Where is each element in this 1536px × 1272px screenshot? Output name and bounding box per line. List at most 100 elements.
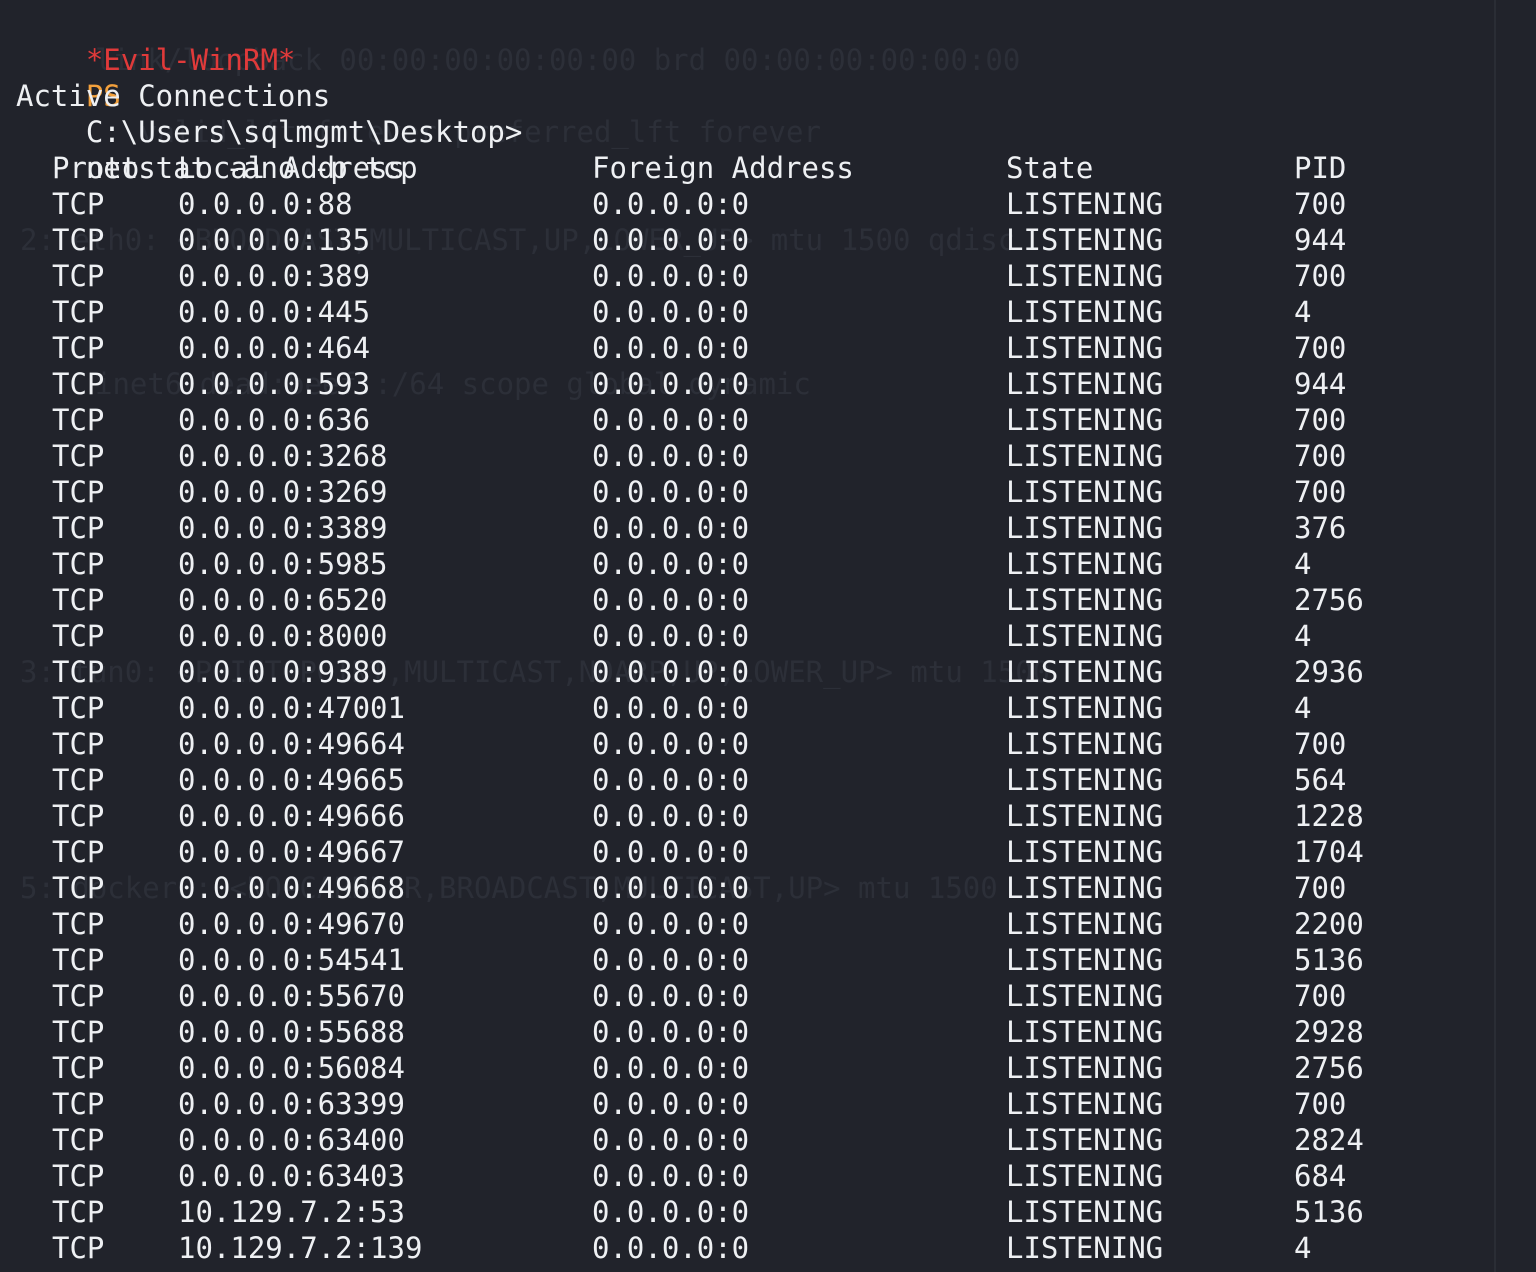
connection-foreign-address: 0.0.0.0:0 (592, 763, 750, 797)
table-row: TCP 0.0.0.0:49670 0.0.0.0:0 LISTENING 2200 (16, 906, 1516, 942)
connection-pid: 564 (1294, 763, 1347, 797)
table-row: TCP 0.0.0.0:464 0.0.0.0:0 LISTENING 700 (16, 330, 1516, 366)
connection-state: LISTENING (1006, 655, 1164, 689)
connection-state: LISTENING (1006, 1195, 1164, 1229)
table-row: TCP 0.0.0.0:49667 0.0.0.0:0 LISTENING 1704 (16, 834, 1516, 870)
table-row: TCP 10.129.7.2:139 0.0.0.0:0 LISTENING 4 (16, 1230, 1516, 1266)
connection-foreign-address: 0.0.0.0:0 (592, 331, 750, 365)
connection-state: LISTENING (1006, 1087, 1164, 1121)
connection-state: LISTENING (1006, 475, 1164, 509)
connection-local-address: 10.129.7.2:139 (178, 1231, 423, 1265)
connection-foreign-address: 0.0.0.0:0 (592, 1159, 750, 1193)
connection-proto: TCP (52, 1195, 105, 1229)
connection-proto: TCP (52, 655, 105, 689)
connection-foreign-address: 0.0.0.0:0 (592, 1051, 750, 1085)
connection-local-address: 0.0.0.0:49664 (178, 727, 405, 761)
prompt-path: C:\Users\sqlmgmt\Desktop> (85, 115, 523, 149)
connection-proto: TCP (52, 1159, 105, 1193)
table-row: TCP 0.0.0.0:5985 0.0.0.0:0 LISTENING 4 (16, 546, 1516, 582)
connection-foreign-address: 0.0.0.0:0 (592, 1231, 750, 1265)
connection-pid: 4 (1294, 547, 1312, 581)
connection-proto: TCP (52, 295, 105, 329)
connection-pid: 4 (1294, 691, 1312, 725)
connection-local-address: 0.0.0.0:445 (178, 295, 371, 329)
connection-local-address: 0.0.0.0:55670 (178, 979, 405, 1013)
connection-foreign-address: 0.0.0.0:0 (592, 655, 750, 689)
connection-foreign-address: 0.0.0.0:0 (592, 1087, 750, 1121)
table-row: TCP 0.0.0.0:63403 0.0.0.0:0 LISTENING 684 (16, 1158, 1516, 1194)
connection-proto: TCP (52, 907, 105, 941)
connection-pid: 2824 (1294, 1123, 1364, 1157)
connection-state: LISTENING (1006, 1159, 1164, 1193)
connection-state: LISTENING (1006, 907, 1164, 941)
table-row: TCP 0.0.0.0:49665 0.0.0.0:0 LISTENING 564 (16, 762, 1516, 798)
connection-pid: 700 (1294, 727, 1347, 761)
connection-state: LISTENING (1006, 331, 1164, 365)
connection-foreign-address: 0.0.0.0:0 (592, 727, 750, 761)
connection-local-address: 10.129.7.2:53 (178, 1195, 405, 1229)
connection-local-address: 0.0.0.0:49666 (178, 799, 405, 833)
connection-foreign-address: 0.0.0.0:0 (592, 691, 750, 725)
table-row: TCP 0.0.0.0:47001 0.0.0.0:0 LISTENING 4 (16, 690, 1516, 726)
connection-state: LISTENING (1006, 619, 1164, 653)
connection-local-address: 0.0.0.0:55688 (178, 1015, 405, 1049)
connection-pid: 700 (1294, 331, 1347, 365)
connection-local-address: 0.0.0.0:63400 (178, 1123, 405, 1157)
connection-state: LISTENING (1006, 763, 1164, 797)
header-proto: Proto (52, 151, 140, 185)
connection-foreign-address: 0.0.0.0:0 (592, 1123, 750, 1157)
connection-proto: TCP (52, 1231, 105, 1265)
connection-state: LISTENING (1006, 223, 1164, 257)
connection-state: LISTENING (1006, 295, 1164, 329)
connection-state: LISTENING (1006, 943, 1164, 977)
connection-proto: TCP (52, 259, 105, 293)
connection-pid: 700 (1294, 187, 1347, 221)
connection-pid: 944 (1294, 223, 1347, 257)
connection-proto: TCP (52, 403, 105, 437)
table-row: TCP 0.0.0.0:63400 0.0.0.0:0 LISTENING 2824 (16, 1122, 1516, 1158)
header-state: State (1006, 151, 1094, 185)
connection-proto: TCP (52, 475, 105, 509)
table-row: TCP 0.0.0.0:135 0.0.0.0:0 LISTENING 944 (16, 222, 1516, 258)
connection-pid: 5136 (1294, 943, 1364, 977)
connection-state: LISTENING (1006, 691, 1164, 725)
connection-state: LISTENING (1006, 439, 1164, 473)
connection-proto: TCP (52, 547, 105, 581)
table-row: TCP 0.0.0.0:3269 0.0.0.0:0 LISTENING 700 (16, 474, 1516, 510)
connection-foreign-address: 0.0.0.0:0 (592, 979, 750, 1013)
prompt-line: *Evil-WinRM* PS C:\Users\sqlmgmt\Desktop… (16, 6, 523, 185)
connection-local-address: 0.0.0.0:63399 (178, 1087, 405, 1121)
connection-foreign-address: 0.0.0.0:0 (592, 583, 750, 617)
table-row: TCP 0.0.0.0:6520 0.0.0.0:0 LISTENING 2756 (16, 582, 1516, 618)
section-title: Active Connections (16, 79, 331, 113)
connection-local-address: 0.0.0.0:593 (178, 367, 371, 401)
connection-state: LISTENING (1006, 511, 1164, 545)
connection-foreign-address: 0.0.0.0:0 (592, 259, 750, 293)
connection-foreign-address: 0.0.0.0:0 (592, 835, 750, 869)
connection-proto: TCP (52, 943, 105, 977)
connection-local-address: 0.0.0.0:56084 (178, 1051, 405, 1085)
connection-foreign-address: 0.0.0.0:0 (592, 907, 750, 941)
connection-foreign-address: 0.0.0.0:0 (592, 619, 750, 653)
connection-proto: TCP (52, 1123, 105, 1157)
connection-pid: 2928 (1294, 1015, 1364, 1049)
table-row: TCP 0.0.0.0:3268 0.0.0.0:0 LISTENING 700 (16, 438, 1516, 474)
connection-foreign-address: 0.0.0.0:0 (592, 439, 750, 473)
connection-proto: TCP (52, 583, 105, 617)
connection-local-address: 0.0.0.0:54541 (178, 943, 405, 977)
connection-proto: TCP (52, 1087, 105, 1121)
connection-foreign-address: 0.0.0.0:0 (592, 1015, 750, 1049)
table-header: Proto Local Address Foreign Address Stat… (16, 150, 1516, 186)
connection-foreign-address: 0.0.0.0:0 (592, 943, 750, 977)
connection-local-address: 0.0.0.0:464 (178, 331, 371, 365)
connection-pid: 5136 (1294, 1195, 1364, 1229)
table-row: TCP 0.0.0.0:593 0.0.0.0:0 LISTENING 944 (16, 366, 1516, 402)
connection-state: LISTENING (1006, 1015, 1164, 1049)
connection-state: LISTENING (1006, 871, 1164, 905)
table-row: TCP 0.0.0.0:3389 0.0.0.0:0 LISTENING 376 (16, 510, 1516, 546)
connection-local-address: 0.0.0.0:49665 (178, 763, 405, 797)
connection-pid: 700 (1294, 475, 1347, 509)
terminal-window[interactable]: link/loopback 00:00:00:00:00:00 brd 00:0… (0, 0, 1536, 1272)
connection-pid: 4 (1294, 619, 1312, 653)
table-row: TCP 0.0.0.0:8000 0.0.0.0:0 LISTENING 4 (16, 618, 1516, 654)
